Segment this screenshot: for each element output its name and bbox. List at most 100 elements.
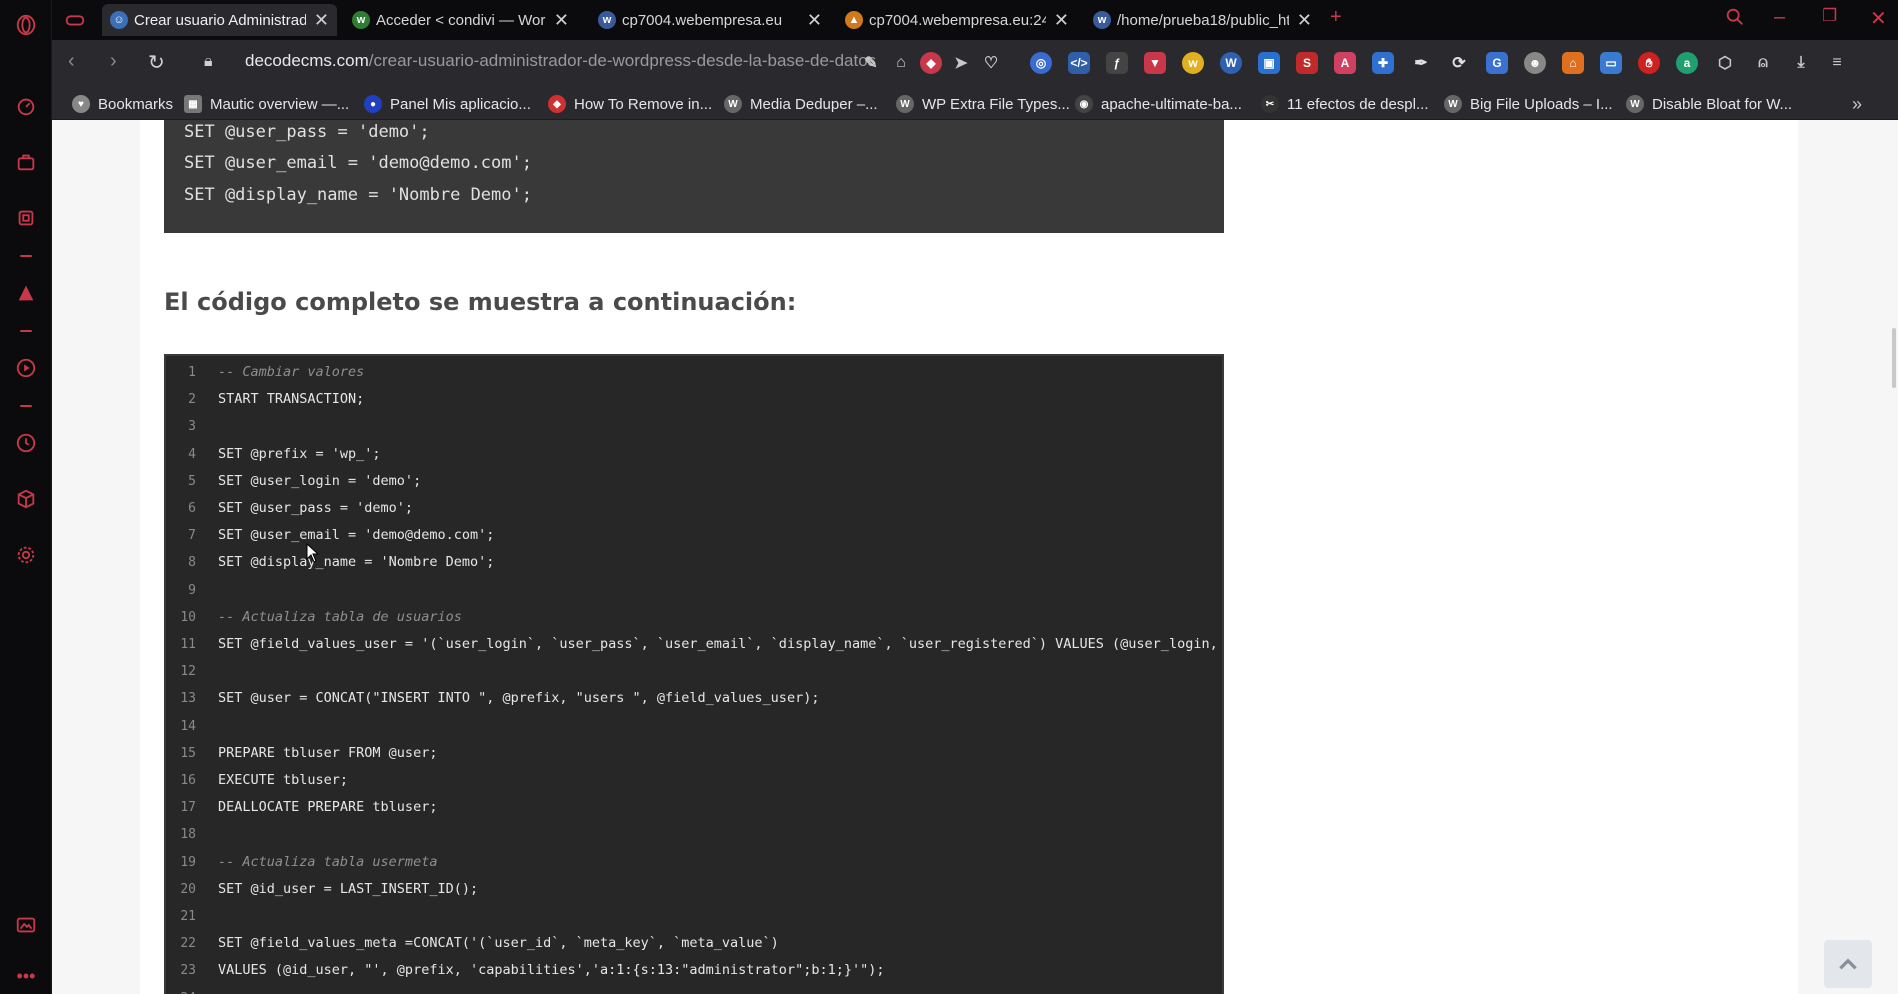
send-icon[interactable]: ➤: [950, 52, 972, 74]
extension-circle-icon[interactable]: ◎: [1030, 52, 1052, 74]
wp-icon: w: [352, 11, 370, 29]
bookmark-label: Mautic overview —...: [210, 95, 350, 113]
download-icon[interactable]: ⤓: [1790, 52, 1812, 74]
extension-screen-icon[interactable]: ▭: [1600, 52, 1622, 74]
sync-icon[interactable]: ⟳: [1448, 52, 1470, 74]
bookmark-label: Panel Mis aplicacio...: [390, 95, 531, 113]
line-number: 24: [166, 991, 196, 994]
extension-shield-icon[interactable]: ▼: [1144, 52, 1166, 74]
bookmark-item[interactable]: W Disable Bloat for W...: [1626, 94, 1792, 114]
settings-gear-icon[interactable]: [13, 542, 39, 568]
bookmark-label: Bookmarks: [98, 95, 174, 113]
bookmark-item[interactable]: W WP Extra File Types...: [896, 94, 1070, 114]
extension-house-icon[interactable]: ⌂: [1562, 52, 1584, 74]
extension-puzzle-icon[interactable]: ✚: [1372, 52, 1394, 74]
back-icon[interactable]: ‹: [68, 50, 75, 73]
scroll-to-top-button[interactable]: [1824, 940, 1872, 988]
speed-dial-icon[interactable]: [13, 93, 39, 119]
bag-icon[interactable]: [13, 149, 39, 175]
reload-icon[interactable]: ↻: [148, 50, 165, 75]
extension-a-green-icon[interactable]: a: [1676, 52, 1698, 74]
extension-code-icon[interactable]: </>: [1068, 52, 1090, 74]
webempresa-icon: w: [1093, 11, 1111, 29]
tab-cp7004-2443[interactable]: ▲ cp7004.webempresa.eu:2443 ✕: [837, 4, 1077, 36]
translate-icon[interactable]: G: [1486, 52, 1508, 74]
close-icon[interactable]: ✕: [554, 10, 569, 31]
wordpress-icon: W: [724, 95, 742, 113]
line-number: 17: [180, 800, 196, 816]
close-icon[interactable]: ✕: [1297, 10, 1312, 31]
forward-icon[interactable]: ›: [110, 50, 117, 73]
bookmark-item[interactable]: ♥ Bookmarks: [72, 94, 173, 114]
url-field[interactable]: decodecms.com/crear-usuario-administrado…: [245, 51, 895, 77]
tab-crear-usuario[interactable]: ☺ Crear usuario Administrador ✕: [102, 4, 337, 36]
bookmark-item[interactable]: W Media Deduper –...: [724, 94, 878, 114]
gamepad-icon[interactable]: [62, 7, 88, 33]
extension-face-icon[interactable]: ☻: [1524, 52, 1546, 74]
bookmark-item[interactable]: ● Panel Mis aplicacio...: [364, 94, 531, 114]
bookmark-item[interactable]: W Big File Uploads – I...: [1444, 94, 1613, 114]
page-scrollbar[interactable]: [1892, 328, 1896, 388]
aria-icon[interactable]: [13, 280, 39, 306]
extension-w-icon[interactable]: w: [1182, 52, 1204, 74]
code-line: SET @user_email = 'demo@demo.com';: [218, 527, 495, 544]
close-icon[interactable]: ✕: [807, 10, 822, 31]
bookmark-label: apache-ultimate-ba...: [1101, 95, 1242, 113]
circle-icon: ●: [364, 95, 382, 113]
code-block: 1 -- Cambiar valores 2 START TRANSACTION; 3 4…: [164, 354, 1224, 994]
lock-icon: 🔒︎: [204, 53, 213, 70]
mouse-cursor-icon: [306, 543, 320, 563]
code-line: SET @id_user = LAST_INSERT_ID();: [218, 880, 479, 897]
opera-logo-icon[interactable]: [13, 12, 39, 38]
code-line: EXECUTE tbluser;: [218, 772, 349, 788]
extension-hand-icon[interactable]: ✋︎: [1638, 52, 1660, 74]
shield-icon: ◆: [548, 95, 566, 113]
window-close-icon[interactable]: ✕: [1870, 6, 1887, 31]
tab-cp7004[interactable]: w cp7004.webempresa.eu ✕: [590, 4, 830, 36]
tab-home-prueba18[interactable]: w /home/prueba18/public_html ✕: [1085, 4, 1320, 36]
heart-icon[interactable]: ♡: [980, 52, 1002, 74]
extension-s-icon[interactable]: S: [1296, 52, 1318, 74]
bookmark-item[interactable]: ◆ How To Remove in...: [548, 94, 712, 114]
line-number: 13: [180, 691, 196, 707]
close-icon[interactable]: ✕: [1054, 10, 1069, 31]
minimize-icon[interactable]: –: [1774, 6, 1785, 29]
shield-pocket-icon[interactable]: ◆: [920, 52, 942, 74]
extension-window-icon[interactable]: ▣: [1258, 52, 1280, 74]
tab-label: /home/prueba18/public_html: [1117, 11, 1289, 29]
code-line: SET @user_pass = 'demo';: [184, 122, 430, 142]
twitch-icon[interactable]: [13, 205, 39, 231]
bookmark-item[interactable]: ▦ Mautic overview —...: [184, 94, 349, 114]
extension-wordpress-icon[interactable]: W: [1220, 52, 1242, 74]
edit-icon[interactable]: ✎: [860, 52, 882, 74]
eyedropper-icon[interactable]: ✒: [1410, 52, 1432, 74]
restore-icon[interactable]: ❐: [1822, 6, 1837, 26]
extensions-cube-icon[interactable]: [13, 486, 39, 512]
code-line: PREPARE tbluser FROM @user;: [218, 744, 438, 761]
history-icon[interactable]: [13, 430, 39, 456]
more-dots-icon[interactable]: •••: [13, 966, 39, 986]
tab-acceder[interactable]: w Acceder < condivi — WordPress ✕: [344, 4, 577, 36]
easy-setup-icon[interactable]: ≡: [1826, 52, 1848, 74]
code-line: SET @user_pass = 'demo';: [218, 500, 414, 516]
extensions-cube-icon[interactable]: ⬡: [1714, 52, 1736, 74]
bookmarks-overflow-icon[interactable]: »: [1852, 94, 1862, 114]
code-line: -- Actualiza tabla de usuarios: [218, 608, 462, 625]
new-tab-plus-icon[interactable]: +: [1330, 6, 1342, 29]
code-block-partial: SET @user_pass = 'demo'; SET @user_email…: [164, 120, 1224, 233]
camera-icon[interactable]: ⌂: [890, 52, 912, 74]
close-icon[interactable]: ✕: [314, 10, 329, 31]
extension-a-icon[interactable]: A: [1334, 52, 1356, 74]
snapshot-icon[interactable]: [13, 912, 39, 938]
bookmark-item[interactable]: ✂ 11 efectos de despl...: [1261, 94, 1428, 114]
wordpress-icon: W: [896, 95, 914, 113]
bookmark-item[interactable]: ◉ apache-ultimate-ba...: [1075, 94, 1242, 114]
line-number: 22: [180, 936, 196, 952]
extension-font-icon[interactable]: ƒ: [1106, 52, 1128, 74]
search-tabs-icon[interactable]: [1724, 6, 1746, 34]
player-icon[interactable]: [13, 355, 39, 381]
tools-icon: ✂: [1261, 95, 1279, 113]
code-line: SET @user_login = 'demo';: [218, 472, 422, 489]
article-content: SET @user_pass = 'demo'; SET @user_email…: [140, 120, 1798, 994]
profile-icon[interactable]: ⍝: [1752, 52, 1774, 74]
